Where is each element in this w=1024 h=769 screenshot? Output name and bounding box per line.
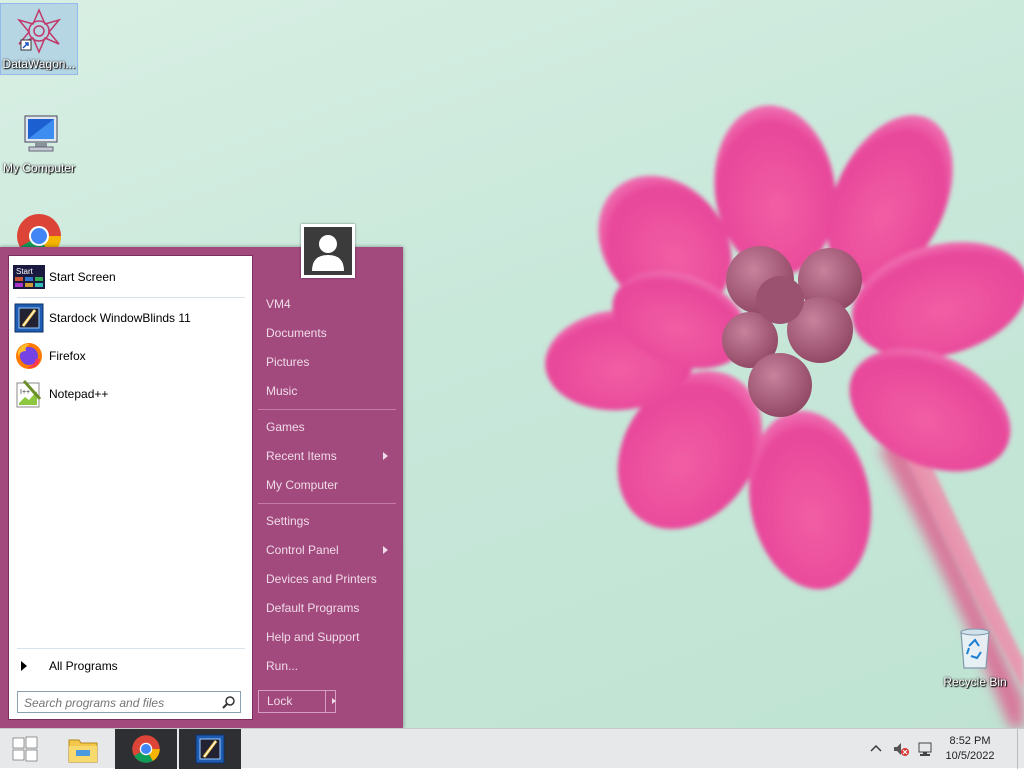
- show-desktop-button[interactable]: [1017, 729, 1024, 769]
- my-computer-icon: [24, 115, 58, 152]
- chrome-icon: [132, 735, 160, 763]
- submenu-arrow-icon: [383, 546, 388, 554]
- notepad-plus-plus-icon: I++: [13, 378, 45, 410]
- menu-item-label: Devices and Printers: [266, 572, 377, 586]
- user-avatar[interactable]: [301, 224, 355, 278]
- menu-item-settings[interactable]: Settings: [258, 508, 396, 534]
- expand-arrow-icon: [21, 661, 27, 671]
- taskbar-file-explorer[interactable]: [52, 729, 114, 769]
- start-menu: Start Start Screen Stardock WindowBlinds…: [0, 247, 403, 728]
- menu-item-documents[interactable]: Documents: [258, 320, 396, 346]
- chevron-right-icon: [332, 698, 336, 704]
- start-menu-programs-pane: Start Start Screen Stardock WindowBlinds…: [8, 255, 253, 720]
- desktop-icon-my-computer[interactable]: My Computer: [1, 110, 77, 175]
- search-box[interactable]: [17, 691, 241, 713]
- menu-item-devices-printers[interactable]: Devices and Printers: [258, 566, 396, 592]
- submenu-arrow-icon: [383, 452, 388, 460]
- menu-item-vm4[interactable]: VM4: [258, 291, 396, 317]
- taskbar-chrome[interactable]: [115, 729, 177, 769]
- chevron-up-icon[interactable]: [868, 741, 884, 757]
- start-screen-icon: Start: [13, 261, 45, 293]
- menu-item-label: Pictures: [266, 355, 310, 369]
- menu-item-label: VM4: [266, 297, 291, 311]
- menu-separator: [258, 503, 396, 504]
- windowblinds-icon: [195, 734, 225, 764]
- firefox-icon: [13, 340, 45, 372]
- menu-item-games[interactable]: Games: [258, 414, 396, 440]
- menu-item-my-computer[interactable]: My Computer: [258, 472, 396, 498]
- search-input[interactable]: [22, 693, 216, 713]
- menu-item-label: Recent Items: [266, 449, 337, 463]
- pinned-windowblinds[interactable]: Stardock WindowBlinds 11: [13, 301, 245, 335]
- menu-item-help-support[interactable]: Help and Support: [258, 624, 396, 650]
- desktop-icon-datawagon[interactable]: DataWagon...: [0, 3, 78, 75]
- menu-item-default-programs[interactable]: Default Programs: [258, 595, 396, 621]
- desktop-icon-label: My Computer: [2, 161, 76, 175]
- start-menu-places-pane: VM4 Documents Pictures Music Games Recen…: [258, 247, 398, 728]
- menu-item-label: Games: [266, 420, 305, 434]
- lock-button-group: Lock: [258, 690, 336, 713]
- menu-item-label: Documents: [266, 326, 327, 340]
- file-explorer-icon: [68, 739, 98, 763]
- taskbar: 8:52 PM 10/5/2022: [0, 728, 1024, 769]
- menu-item-label: Settings: [266, 514, 310, 528]
- clock-time: 8:52 PM: [949, 735, 991, 747]
- menu-item-control-panel[interactable]: Control Panel: [258, 537, 396, 563]
- taskbar-clock[interactable]: 8:52 PM 10/5/2022: [940, 734, 1000, 764]
- pinned-label: Start Screen: [49, 270, 116, 284]
- desktop-icon-label: Recycle Bin: [943, 675, 1007, 689]
- menu-item-music[interactable]: Music: [258, 378, 396, 404]
- menu-item-label: Run...: [266, 659, 299, 673]
- desktop-icon-label: DataWagon...: [2, 57, 76, 71]
- volume-muted-icon[interactable]: [892, 741, 910, 757]
- start-icon: [12, 736, 38, 762]
- shutdown-options-button[interactable]: [326, 691, 336, 712]
- taskbar-windowblinds[interactable]: [179, 729, 241, 769]
- pinned-firefox[interactable]: Firefox: [13, 339, 245, 373]
- desktop-icon-chrome[interactable]: [1, 212, 77, 248]
- menu-item-recent-items[interactable]: Recent Items: [258, 443, 396, 469]
- pinned-label: Firefox: [49, 349, 86, 363]
- start-screen-badge: Start: [16, 267, 34, 276]
- pinned-label: Notepad++: [49, 387, 109, 401]
- windowblinds-icon: [13, 302, 45, 334]
- menu-item-run[interactable]: Run...: [258, 653, 396, 679]
- all-programs-label: All Programs: [49, 659, 118, 673]
- clock-date: 10/5/2022: [945, 750, 995, 762]
- menu-item-label: Music: [266, 384, 298, 398]
- search-icon[interactable]: [222, 695, 236, 709]
- user-icon: [312, 235, 344, 271]
- menu-item-pictures[interactable]: Pictures: [258, 349, 396, 375]
- network-icon[interactable]: [916, 741, 934, 757]
- svg-text:I++: I++: [20, 389, 30, 396]
- pinned-separator: [17, 297, 245, 298]
- recycle-bin-icon: [960, 628, 990, 669]
- menu-separator: [258, 409, 396, 410]
- all-programs-button[interactable]: All Programs: [13, 656, 245, 676]
- menu-item-label: Control Panel: [266, 543, 339, 557]
- menu-item-label: My Computer: [266, 478, 339, 492]
- datawagon-icon: [16, 8, 62, 54]
- menu-item-label: Default Programs: [266, 601, 360, 615]
- desktop-icon-recycle-bin[interactable]: Recycle Bin: [937, 624, 1013, 689]
- start-button[interactable]: [0, 729, 50, 769]
- chrome-icon: [17, 214, 61, 248]
- pinned-notepad-plus-plus[interactable]: I++ Notepad++: [13, 377, 245, 411]
- system-tray: [868, 729, 934, 769]
- pinned-label: Stardock WindowBlinds 11: [49, 311, 191, 325]
- menu-item-label: Help and Support: [266, 630, 360, 644]
- lock-button[interactable]: Lock: [259, 691, 326, 712]
- all-programs-separator: [17, 648, 245, 649]
- pinned-start-screen[interactable]: Start Start Screen: [13, 260, 245, 294]
